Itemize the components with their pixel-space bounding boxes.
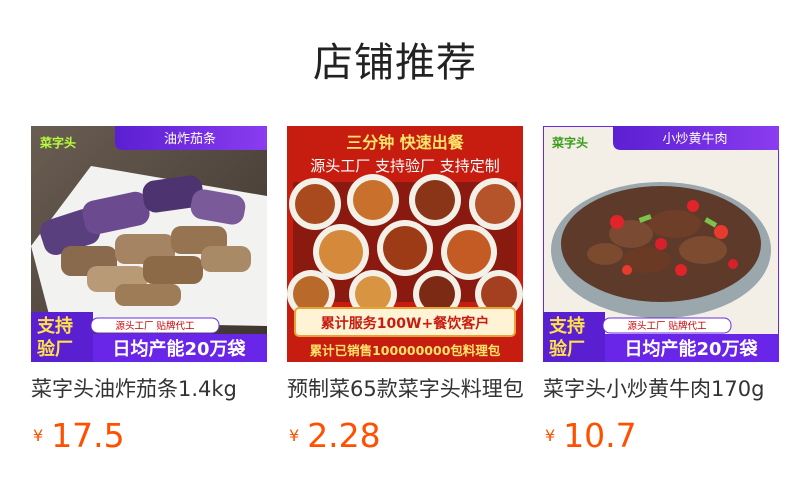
brand-logo: 菜字头 bbox=[39, 135, 76, 150]
badge-text: 支持 bbox=[36, 315, 73, 337]
image-banner-small: 源头工厂 贴牌代工 bbox=[115, 320, 195, 332]
product-name[interactable]: 菜字头油炸茄条1.4kg bbox=[31, 374, 267, 404]
currency-symbol: ¥ bbox=[289, 426, 300, 445]
image-banner-small: 源头工厂 贴牌代工 bbox=[627, 320, 707, 332]
product-price: ¥10.7 bbox=[545, 416, 637, 455]
price-value: 17.5 bbox=[51, 416, 125, 455]
section-title: 店铺推荐 bbox=[313, 40, 477, 86]
image-served-text: 累计服务100W+餐饮客户 bbox=[321, 315, 489, 332]
image-subline: 源头工厂 支持验厂 支持定制 bbox=[310, 157, 500, 175]
image-tag-text: 小炒黄牛肉 bbox=[662, 132, 727, 147]
beef-dish bbox=[551, 182, 771, 318]
badge-text: 验厂 bbox=[37, 338, 73, 360]
badge-text: 验厂 bbox=[549, 338, 585, 360]
product-image[interactable]: 油炸茄条 菜字头 支持 验厂 源头工厂 贴牌代工 日均产能20万袋 bbox=[31, 126, 267, 362]
product-card[interactable]: 油炸茄条 菜字头 支持 验厂 源头工厂 贴牌代工 日均产能20万袋 菜字头油炸茄… bbox=[31, 126, 267, 456]
badge-text: 支持 bbox=[548, 315, 585, 337]
product-name[interactable]: 预制菜65款菜字头料理包 bbox=[287, 374, 523, 404]
product-name[interactable]: 菜字头小炒黄牛肉170g bbox=[543, 374, 779, 404]
currency-symbol: ¥ bbox=[33, 426, 44, 445]
product-price: ¥17.5 bbox=[33, 416, 125, 455]
product-card[interactable]: 小炒黄牛肉 菜字头 支持 验厂 源头工厂 贴牌代工 日均产能20万袋 菜字头小炒… bbox=[543, 126, 779, 456]
brand-logo: 菜字头 bbox=[551, 135, 588, 150]
image-tag-text: 油炸茄条 bbox=[164, 131, 216, 147]
image-sold-text: 累计已销售100000000包料理包 bbox=[310, 343, 501, 358]
product-image[interactable]: 三分钟 快速出餐 源头工厂 支持验厂 支持定制 累计服务100W+餐饮客户 累计… bbox=[287, 126, 523, 362]
image-banner-large: 日均产能20万袋 bbox=[624, 338, 758, 360]
price-value: 10.7 bbox=[563, 416, 637, 455]
image-headline: 三分钟 快速出餐 bbox=[346, 133, 465, 152]
currency-symbol: ¥ bbox=[545, 426, 556, 445]
product-card[interactable]: 三分钟 快速出餐 源头工厂 支持验厂 支持定制 累计服务100W+餐饮客户 累计… bbox=[287, 126, 523, 456]
price-value: 2.28 bbox=[307, 416, 381, 455]
product-image[interactable]: 小炒黄牛肉 菜字头 支持 验厂 源头工厂 贴牌代工 日均产能20万袋 bbox=[543, 126, 779, 362]
image-banner-large: 日均产能20万袋 bbox=[112, 338, 246, 360]
product-price: ¥2.28 bbox=[289, 416, 381, 455]
